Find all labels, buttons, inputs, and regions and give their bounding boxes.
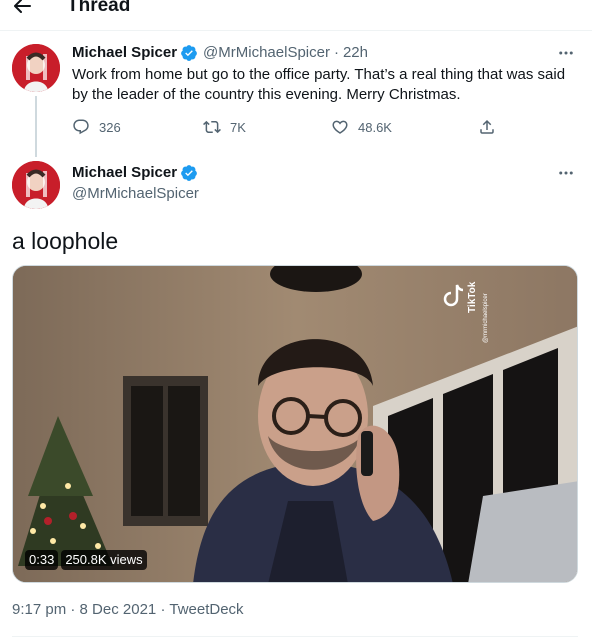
avatar[interactable] [12, 161, 60, 209]
tweet-author-row: Michael Spicer [72, 163, 198, 183]
retweet-icon [203, 120, 221, 134]
tweet-text: Work from home but go to the office part… [72, 66, 566, 103]
more-dots-icon [559, 171, 573, 175]
display-name[interactable]: Michael Spicer [72, 163, 177, 183]
share-icon [480, 119, 494, 134]
retweet-count: 7K [230, 119, 246, 135]
heart-icon [332, 120, 348, 134]
separator: · [160, 601, 166, 618]
reply-button[interactable]: 326 [72, 118, 121, 136]
video-views: 250.8K views [61, 550, 147, 570]
verified-badge-icon [181, 45, 197, 61]
tweet-source[interactable]: TweetDeck [169, 601, 243, 618]
tweet-actions: 326 7K 48.6K [72, 118, 502, 138]
page-title: Thread [67, 0, 131, 16]
tweet-meta: 9:17 pm · 8 Dec 2021 · TweetDeck [12, 600, 244, 620]
tiktok-watermark: TikTok @mrmichaelspicer [437, 273, 497, 343]
tweet-date[interactable]: 8 Dec 2021 [80, 601, 157, 618]
tiktok-label: TikTok [467, 281, 478, 313]
share-button[interactable] [478, 118, 496, 136]
user-handle[interactable]: @MrMichaelSpicer [203, 43, 330, 63]
reply-count: 326 [99, 119, 121, 135]
like-count: 48.6K [358, 119, 392, 135]
video-badges: 0:33 250.8K views [25, 550, 147, 570]
more-options-button[interactable] [556, 163, 576, 183]
arrow-left-icon [14, 0, 31, 13]
user-handle[interactable]: @MrMichaelSpicer [72, 184, 199, 204]
more-dots-icon [559, 51, 573, 55]
tweet-text: a loophole [12, 228, 119, 254]
tweet-time[interactable]: 22h [343, 43, 368, 63]
display-name[interactable]: Michael Spicer [72, 43, 177, 63]
video-duration: 0:33 [25, 550, 59, 570]
more-options-button[interactable] [556, 43, 576, 63]
reply-icon [73, 119, 89, 135]
retweet-button[interactable]: 7K [203, 118, 246, 136]
tiktok-handle: @mrmichaelspicer [483, 293, 489, 343]
separator: · [333, 44, 339, 61]
thread-connector-line [35, 96, 37, 157]
divider [12, 636, 578, 637]
thread-header: Thread [0, 0, 592, 31]
tweet-author-row: Michael Spicer @MrMichaelSpicer · 22h [72, 43, 368, 63]
avatar[interactable] [12, 44, 60, 92]
verified-badge-icon [181, 165, 197, 181]
like-button[interactable]: 48.6K [331, 118, 392, 136]
back-button[interactable] [10, 0, 36, 20]
separator: · [70, 601, 76, 618]
tweet-timestamp[interactable]: 9:17 pm [12, 601, 66, 618]
